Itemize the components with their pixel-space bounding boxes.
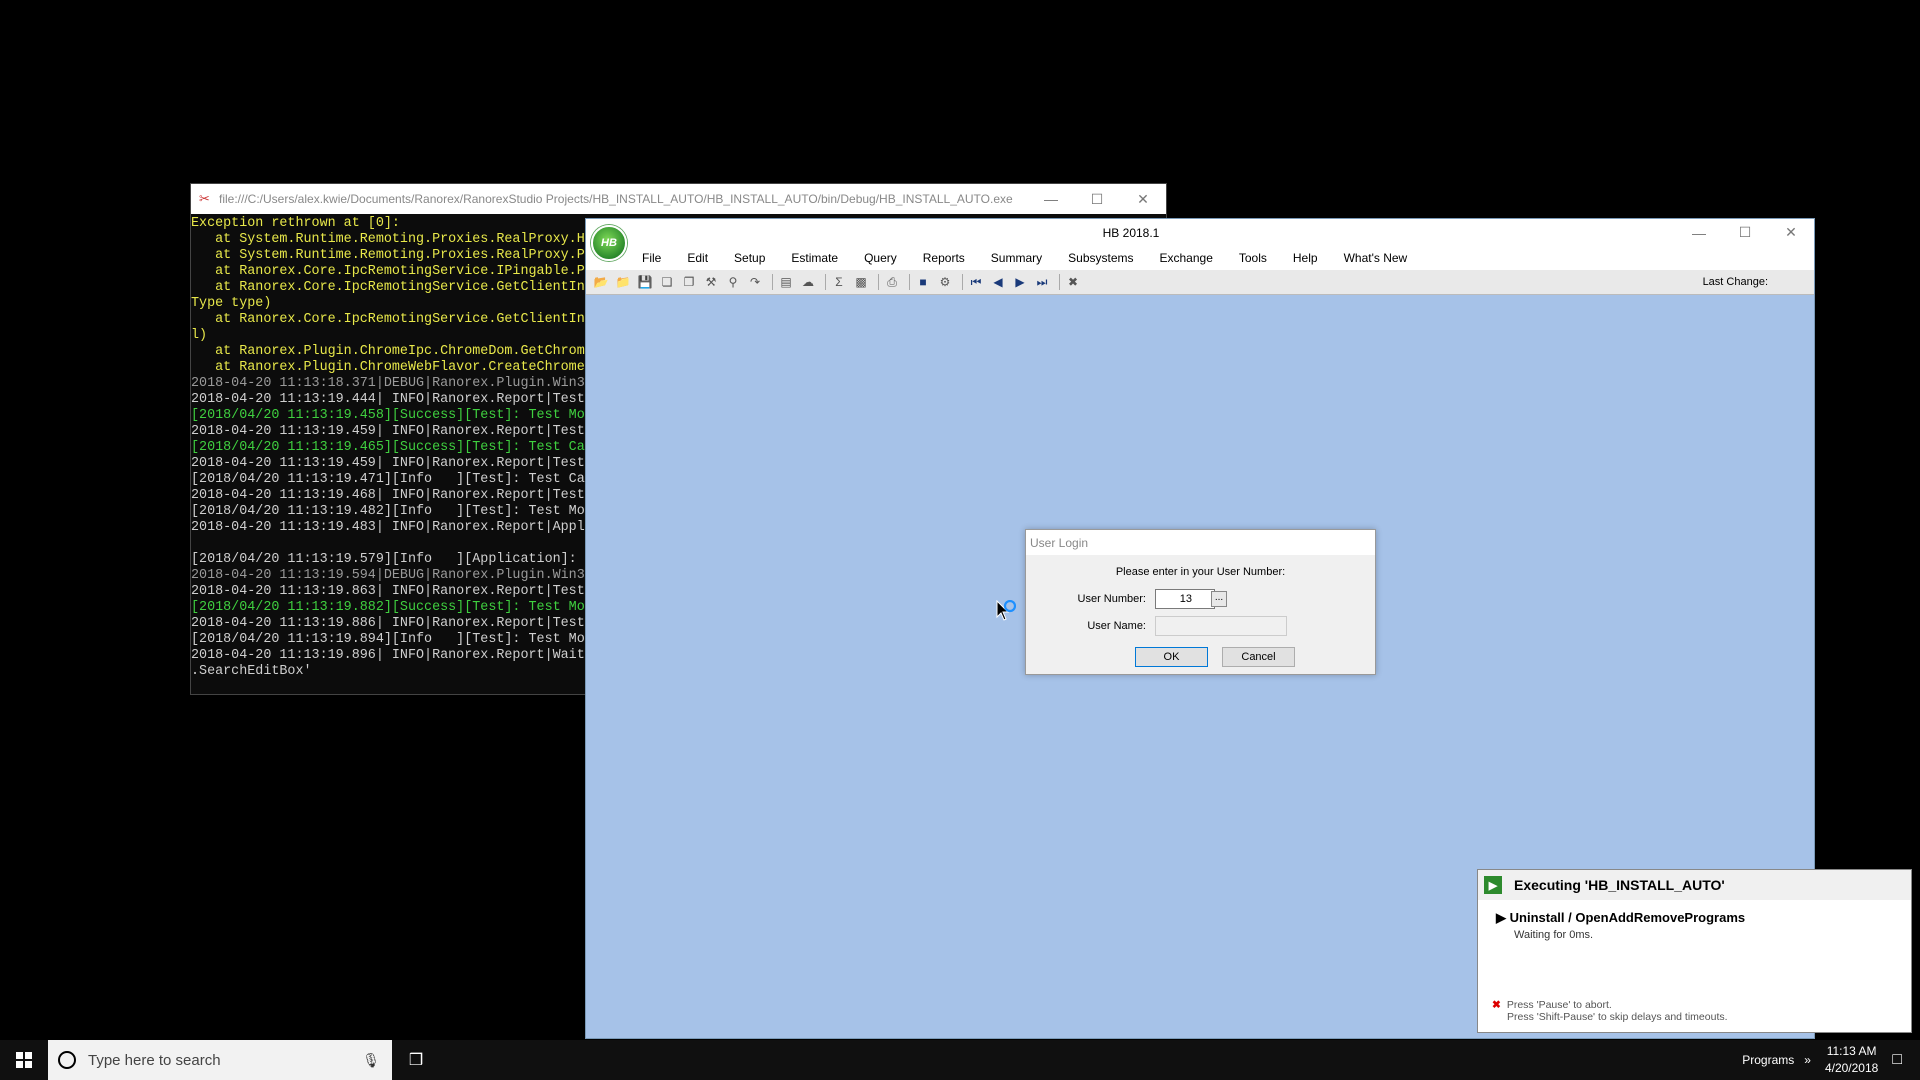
user-number-input[interactable]: 13 [1155,589,1215,609]
maximize-icon[interactable]: ☐ [1074,184,1120,214]
tools-icon[interactable]: ⚒ [702,274,720,290]
search-icon[interactable]: ⚲ [724,274,742,290]
hb-titlebar[interactable]: HB 2018.1 — ☐ ✕ [586,219,1814,246]
previous-record-icon[interactable]: ◀ [989,274,1007,290]
menu-query[interactable]: Query [864,251,897,265]
hb-title: HB 2018.1 [1102,225,1160,240]
cloud-icon[interactable]: ☁ [799,274,817,290]
menu-estimate[interactable]: Estimate [791,251,838,265]
toolbar: 📂 📁 💾 ❏ ❐ ⚒ ⚲ ↷ ▤ ☁ Σ ▩ ⎙ ■ ⚙ ⏮ ◀ ▶ ⏭ ✖ … [586,270,1814,295]
microphone-icon[interactable]: 🎙 [362,1052,380,1069]
step-status: Waiting for 0ms. [1514,929,1594,941]
console-title: file:///C:/Users/alex.kwie/Documents/Ran… [219,192,1013,206]
open-folder-icon[interactable]: 📂 [592,274,610,290]
cancel-button[interactable]: Cancel [1222,647,1295,667]
user-number-label: User Number: [1077,593,1146,605]
busy-cursor-icon [996,600,1016,621]
menu-exchange[interactable]: Exchange [1160,251,1213,265]
overflow-chevron-icon[interactable]: » [1804,1053,1811,1067]
last-change-label: Last Change: [1702,276,1768,288]
task-view-button[interactable]: ❒ [392,1050,440,1070]
folder-icon[interactable]: 📁 [614,274,632,290]
toolbar-separator [825,274,826,290]
toolbar-separator [962,274,963,290]
taskbar-search-box[interactable]: Type here to search 🎙 [48,1040,392,1080]
close-icon[interactable]: ✕ [1768,219,1814,246]
minimize-icon[interactable]: — [1676,219,1722,246]
pause-hint-line1: Press 'Pause' to abort. [1506,999,1612,1011]
play-icon: ▶ [1484,876,1502,894]
wrench-icon[interactable]: ↷ [746,274,764,290]
first-record-icon[interactable]: ⏮ [967,274,985,290]
toolbar-separator [878,274,879,290]
minimize-icon[interactable]: — [1028,184,1074,214]
print-icon[interactable]: ⎙ [883,274,901,290]
windows-logo-icon [16,1052,32,1068]
copy-icon[interactable]: ❏ [658,274,676,290]
pause-hint: ✖ Press 'Pause' to abort. Press 'Shift-Pa… [1492,999,1728,1023]
programs-toolbar[interactable]: Programs [1742,1053,1794,1067]
current-step-label: Uninstall / OpenAddRemovePrograms [1509,910,1746,925]
user-name-label: User Name: [1087,620,1146,632]
menu-subsystems[interactable]: Subsystems [1068,251,1133,265]
menu-tools[interactable]: Tools [1239,251,1267,265]
menu-setup[interactable]: Setup [734,251,765,265]
console-titlebar[interactable]: ✂ file:///C:/Users/alex.kwie/Documents/R… [191,184,1166,214]
close-icon[interactable]: ✕ [1120,184,1166,214]
user-name-field[interactable] [1155,616,1287,636]
cortana-icon [58,1051,76,1069]
toolbar-separator [1059,274,1060,290]
dialog-prompt: Please enter in your User Number: [1115,566,1286,578]
book-icon[interactable]: ■ [914,274,932,290]
app-icon: ✂ [199,191,210,206]
menu-summary[interactable]: Summary [991,251,1042,265]
search-placeholder: Type here to search [88,1051,221,1069]
menu-bar: File Edit Setup Estimate Query Reports S… [586,246,1814,270]
pause-hint-line2: Press 'Shift-Pause' to skip delays and t… [1507,1011,1728,1023]
ranorex-title: Executing 'HB_INSTALL_AUTO' [1514,877,1725,893]
start-button[interactable] [0,1040,48,1080]
menu-file[interactable]: File [642,251,661,265]
expand-arrow-icon[interactable]: ▶ [1496,910,1506,925]
abort-icon: ✖ [1492,999,1501,1011]
settings-icon[interactable]: ⚙ [936,274,954,290]
menu-edit[interactable]: Edit [687,251,708,265]
clock-time: 11:13 AM [1826,1044,1877,1058]
current-step: ▶ Uninstall / OpenAddRemovePrograms [1496,910,1745,926]
close-record-icon[interactable]: ✖ [1064,274,1082,290]
ranorex-panel-header: ▶ Executing 'HB_INSTALL_AUTO' [1478,870,1911,900]
document-icon[interactable]: ▤ [777,274,795,290]
task-view-icon: ❒ [408,1052,424,1069]
action-center-icon[interactable]: □ [1892,1051,1902,1069]
next-record-icon[interactable]: ▶ [1011,274,1029,290]
duplicate-icon[interactable]: ❐ [680,274,698,290]
clock-date: 4/20/2018 [1824,1061,1879,1075]
sum-icon[interactable]: Σ [830,274,848,290]
taskbar: Type here to search 🎙 ❒ Programs » 11:13… [0,1040,1920,1080]
system-tray: Programs » 11:13 AM 4/20/2018 □ [1742,1040,1920,1080]
dialog-title: User Login [1026,530,1375,555]
clock[interactable]: 11:13 AM 4/20/2018 [1825,1043,1878,1077]
user-login-dialog[interactable]: User Login Please enter in your User Num… [1025,529,1376,675]
maximize-icon[interactable]: ☐ [1722,219,1768,246]
user-number-lookup-button[interactable]: ... [1211,591,1227,607]
menu-whats-new[interactable]: What's New [1344,251,1408,265]
menu-help[interactable]: Help [1293,251,1318,265]
toolbar-separator [909,274,910,290]
chart-icon[interactable]: ▩ [852,274,870,290]
hb-logo[interactable]: HB [591,225,627,261]
save-icon[interactable]: 💾 [636,274,654,290]
menu-reports[interactable]: Reports [923,251,965,265]
ranorex-progress-panel: ▶ Executing 'HB_INSTALL_AUTO' ▶ Uninstal… [1477,869,1912,1033]
ok-button[interactable]: OK [1135,647,1208,667]
last-record-icon[interactable]: ⏭ [1033,274,1051,290]
toolbar-separator [772,274,773,290]
